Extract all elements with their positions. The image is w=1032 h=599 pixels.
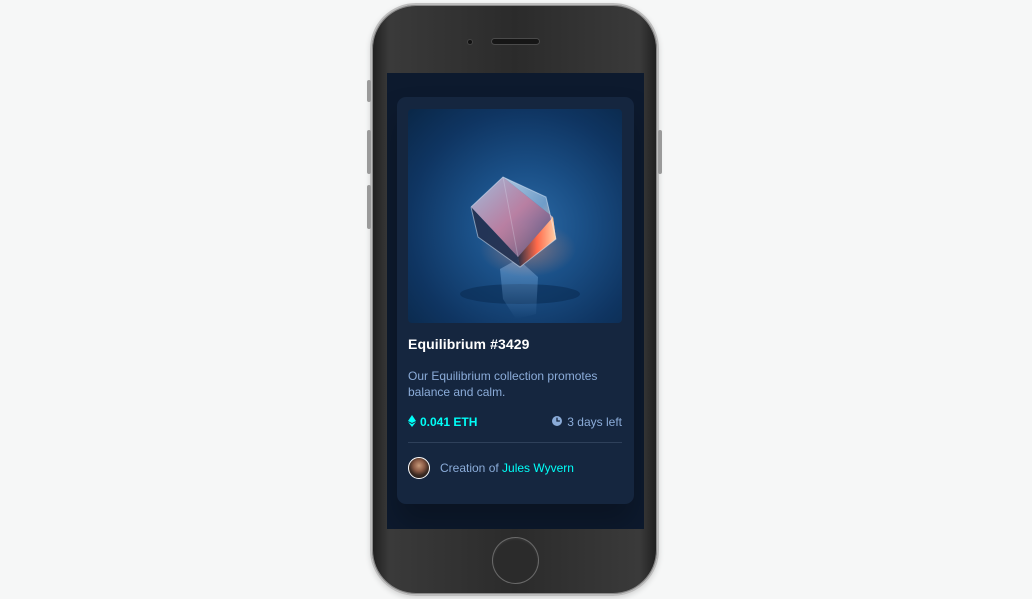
nft-description: Our Equilibrium collection promotes bala… xyxy=(408,369,598,399)
creator-name-link[interactable]: Jules Wyvern xyxy=(502,461,574,475)
front-camera xyxy=(468,40,472,44)
creation-prefix: Creation of xyxy=(440,461,499,475)
earpiece-speaker xyxy=(492,39,539,44)
nft-image[interactable] xyxy=(408,109,622,323)
divider xyxy=(408,442,622,443)
volume-down-button xyxy=(367,185,371,229)
price: 0.041 ETH xyxy=(408,414,477,430)
volume-up-button xyxy=(367,130,371,174)
creator-label: Creation of Jules Wyvern xyxy=(440,461,574,475)
price-value: 0.041 ETH xyxy=(420,415,478,429)
avatar xyxy=(408,457,430,479)
silent-switch xyxy=(367,80,371,102)
time-left-text: 3 days left xyxy=(567,415,622,429)
power-button xyxy=(658,130,662,174)
nft-title[interactable]: Equilibrium #3429 xyxy=(408,336,628,352)
phone-screen: Equilibrium #3429 Our Equilibrium collec… xyxy=(387,73,644,529)
phone-frame: Equilibrium #3429 Our Equilibrium collec… xyxy=(367,3,662,596)
creator-row: Creation of Jules Wyvern xyxy=(408,457,574,479)
time-remaining: 3 days left xyxy=(552,414,622,430)
crystal-cube-artwork xyxy=(460,176,580,319)
clock-icon xyxy=(552,415,563,429)
home-button xyxy=(493,538,538,583)
ethereum-icon xyxy=(408,414,416,430)
nft-card: Equilibrium #3429 Our Equilibrium collec… xyxy=(397,97,634,504)
